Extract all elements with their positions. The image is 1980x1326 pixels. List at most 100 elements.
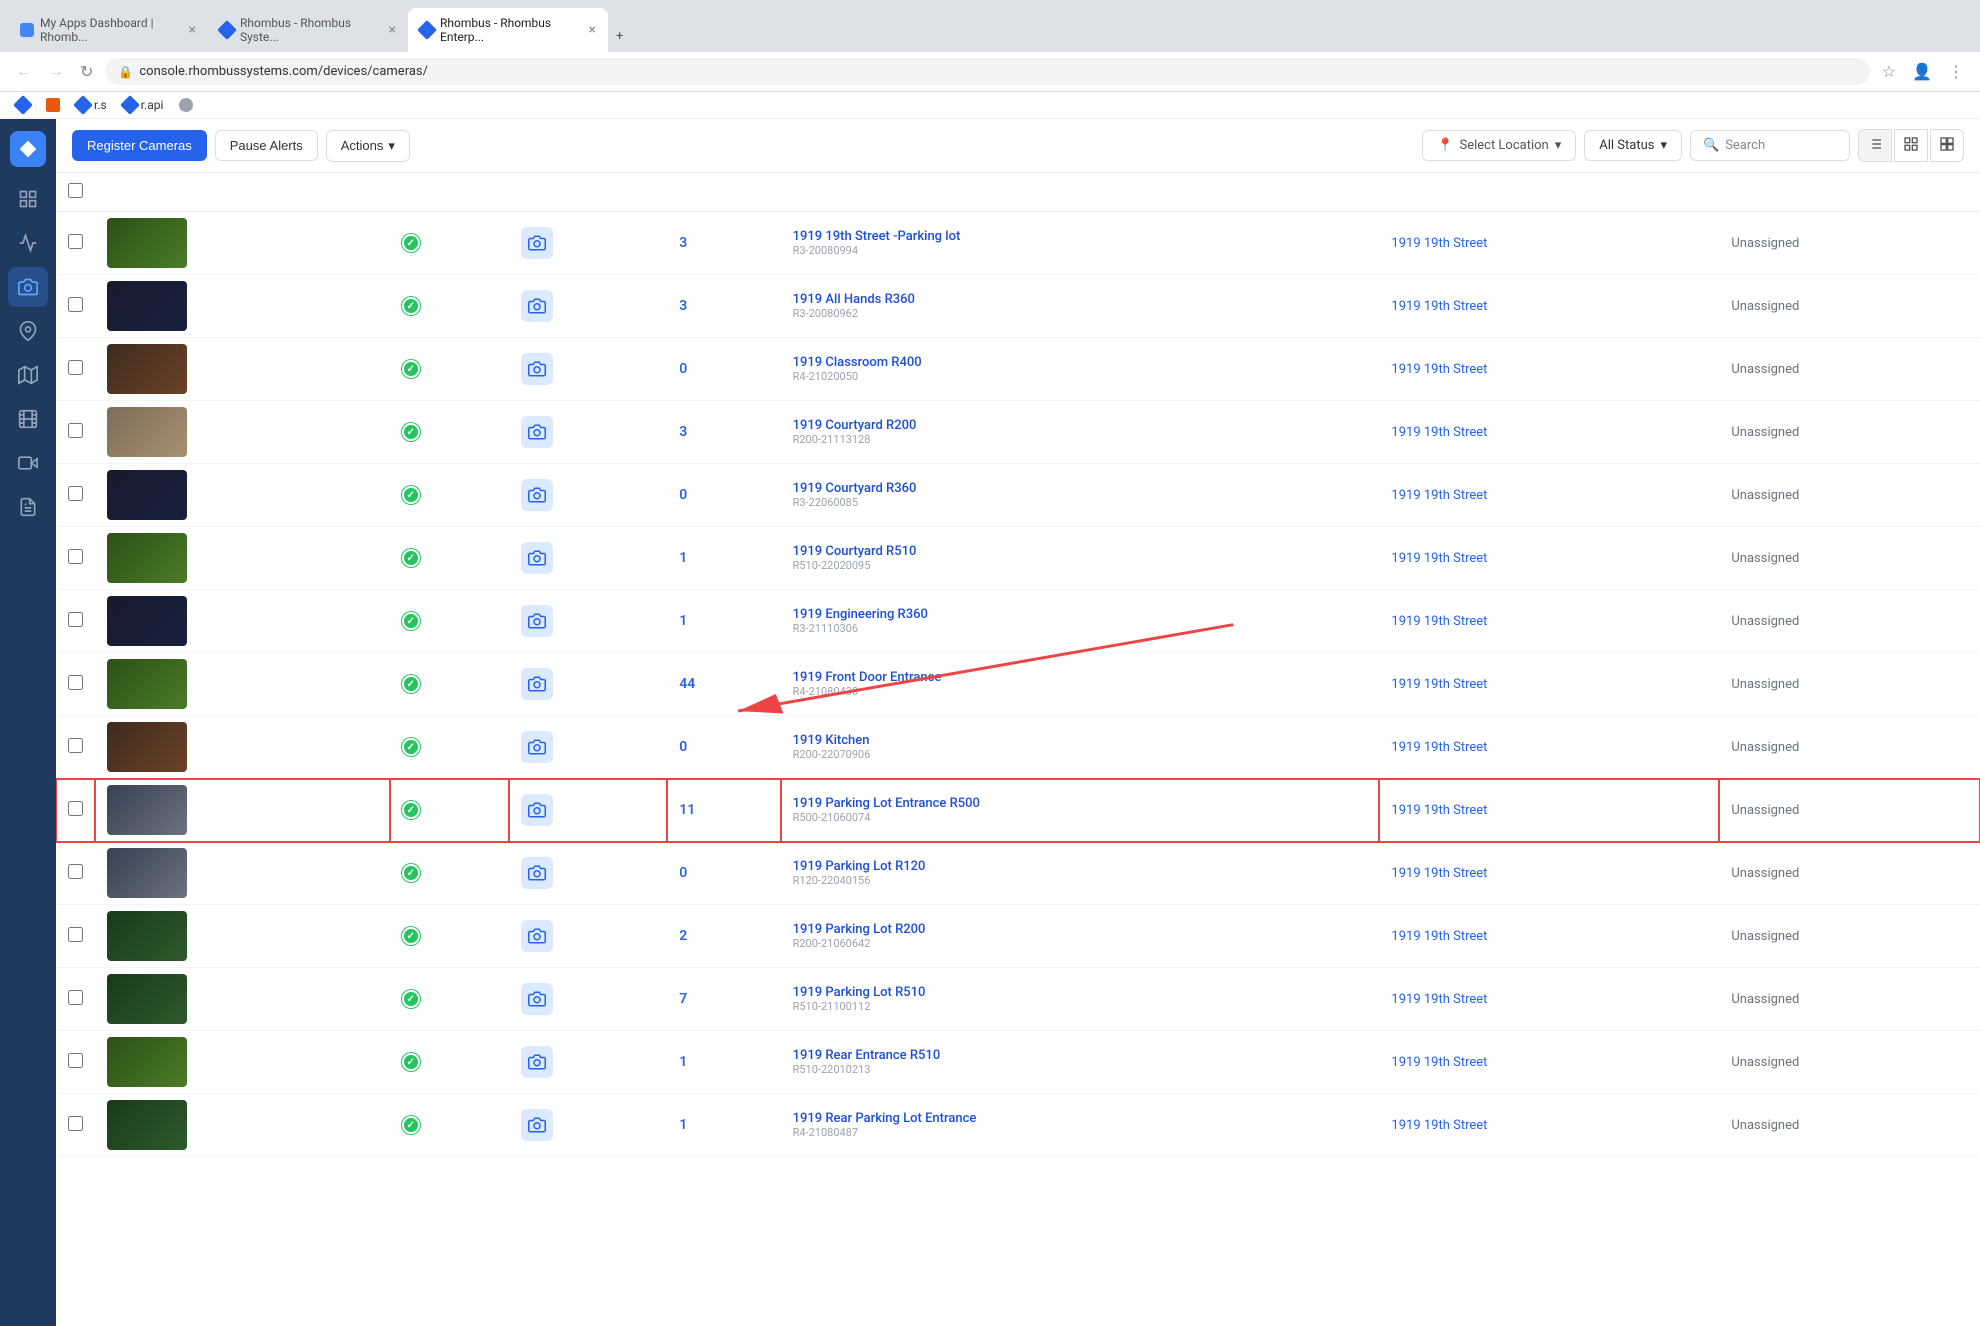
row-checkbox[interactable] (68, 675, 83, 690)
forward-button[interactable]: → (44, 61, 68, 83)
tab-close[interactable]: × (389, 22, 396, 38)
sidebar-logo[interactable] (10, 131, 46, 167)
sidebar-item-reports[interactable] (8, 487, 48, 527)
list-view-button[interactable] (1858, 129, 1892, 162)
sidebar-item-cameras[interactable] (8, 267, 48, 307)
camera-name-link[interactable]: 1919 All Hands R360 (793, 292, 1368, 307)
pause-alerts-button[interactable]: Pause Alerts (215, 130, 318, 161)
row-checkbox[interactable] (68, 423, 83, 438)
table-row[interactable]: 0 1919 Parking Lot R120 R120-22040156 19… (56, 842, 1980, 905)
large-grid-view-button[interactable] (1930, 129, 1964, 162)
row-checkbox[interactable] (68, 927, 83, 942)
row-checkbox[interactable] (68, 864, 83, 879)
camera-name-link[interactable]: 1919 Engineering R360 (793, 607, 1368, 622)
camera-location-link[interactable]: 1919 19th Street (1391, 362, 1487, 377)
camera-location-link[interactable]: 1919 19th Street (1391, 1055, 1487, 1070)
tab-close[interactable]: × (189, 22, 196, 38)
location-select[interactable]: 📍 Select Location ▾ (1422, 130, 1576, 161)
camera-name-link[interactable]: 1919 Parking Lot Entrance R500 (793, 796, 1368, 811)
sidebar-item-analytics[interactable] (8, 223, 48, 263)
tab-rhombus-system[interactable]: Rhombus - Rhombus Syste... × (208, 8, 408, 52)
row-checkbox[interactable] (68, 297, 83, 312)
camera-name-link[interactable]: 1919 Kitchen (793, 733, 1368, 748)
camera-location-link[interactable]: 1919 19th Street (1391, 866, 1487, 881)
sidebar-item-dashboard[interactable] (8, 179, 48, 219)
camera-location-link[interactable]: 1919 19th Street (1391, 929, 1487, 944)
row-count-cell: 1 (667, 1094, 780, 1157)
camera-location-link[interactable]: 1919 19th Street (1391, 551, 1487, 566)
row-checkbox[interactable] (68, 612, 83, 627)
table-container[interactable]: 3 1919 19th Street -Parking lot R3-20080… (56, 173, 1980, 1157)
row-checkbox[interactable] (68, 1116, 83, 1131)
tab-rhombus-enterprise[interactable]: Rhombus - Rhombus Enterp... × (408, 8, 608, 52)
row-checkbox[interactable] (68, 801, 83, 816)
select-all-checkbox[interactable] (68, 183, 83, 198)
actions-chevron-icon: ▾ (388, 138, 395, 154)
tab-close[interactable]: × (589, 22, 596, 38)
row-checkbox[interactable] (68, 738, 83, 753)
table-row[interactable]: 3 1919 All Hands R360 R3-20080962 1919 1… (56, 275, 1980, 338)
bookmark-rs[interactable]: r.s (72, 96, 111, 114)
tab-dashboard[interactable]: My Apps Dashboard | Rhomb... × (8, 8, 208, 52)
table-row[interactable]: 0 1919 Kitchen R200-22070906 1919 19th S… (56, 716, 1980, 779)
table-row[interactable]: 44 1919 Front Door Entrance R4-21080430 … (56, 653, 1980, 716)
camera-name-link[interactable]: 1919 19th Street -Parking lot (793, 229, 1368, 244)
bookmark-rapi[interactable]: r.api (119, 96, 168, 114)
row-checkbox[interactable] (68, 234, 83, 249)
table-row[interactable]: 3 1919 Courtyard R200 R200-21113128 1919… (56, 401, 1980, 464)
table-row[interactable]: 1 1919 Engineering R360 R3-21110306 1919… (56, 590, 1980, 653)
table-row[interactable]: 2 1919 Parking Lot R200 R200-21060642 19… (56, 905, 1980, 968)
sidebar-item-maps[interactable] (8, 355, 48, 395)
camera-name-link[interactable]: 1919 Parking Lot R510 (793, 985, 1368, 1000)
status-select[interactable]: All Status ▾ (1584, 130, 1682, 161)
actions-button[interactable]: Actions ▾ (326, 130, 410, 162)
row-checkbox[interactable] (68, 1053, 83, 1068)
camera-location-link[interactable]: 1919 19th Street (1391, 740, 1487, 755)
row-checkbox[interactable] (68, 990, 83, 1005)
row-checkbox[interactable] (68, 486, 83, 501)
table-row[interactable]: 11 1919 Parking Lot Entrance R500 R500-2… (56, 779, 1980, 842)
select-all-header[interactable] (56, 173, 95, 212)
camera-location-link[interactable]: 1919 19th Street (1391, 299, 1487, 314)
table-row[interactable]: 3 1919 19th Street -Parking lot R3-20080… (56, 212, 1980, 275)
camera-location-link[interactable]: 1919 19th Street (1391, 677, 1487, 692)
sidebar-item-recordings[interactable] (8, 399, 48, 439)
sidebar-item-video-walls[interactable] (8, 443, 48, 483)
row-checkbox[interactable] (68, 360, 83, 375)
table-row[interactable]: 1 1919 Rear Entrance R510 R510-22010213 … (56, 1031, 1980, 1094)
bookmark-extra[interactable] (175, 96, 197, 114)
sidebar-item-locations[interactable] (8, 311, 48, 351)
address-bar[interactable]: 🔒 console.rhombussystems.com/devices/cam… (105, 58, 1869, 85)
camera-name-link[interactable]: 1919 Front Door Entrance (793, 670, 1368, 685)
profile-button[interactable]: 👤 (1908, 60, 1936, 84)
register-cameras-button[interactable]: Register Cameras (72, 130, 207, 161)
camera-location-link[interactable]: 1919 19th Street (1391, 992, 1487, 1007)
table-row[interactable]: 0 1919 Courtyard R360 R3-22060085 1919 1… (56, 464, 1980, 527)
camera-location-link[interactable]: 1919 19th Street (1391, 488, 1487, 503)
bookmark-button[interactable]: ☆ (1878, 60, 1900, 84)
camera-location-link[interactable]: 1919 19th Street (1391, 803, 1487, 818)
grid-view-button[interactable] (1894, 129, 1928, 162)
table-row[interactable]: 1 1919 Courtyard R510 R510-22020095 1919… (56, 527, 1980, 590)
camera-name-link[interactable]: 1919 Rear Entrance R510 (793, 1048, 1368, 1063)
camera-location-link[interactable]: 1919 19th Street (1391, 1118, 1487, 1133)
camera-name-link[interactable]: 1919 Parking Lot R120 (793, 859, 1368, 874)
table-row[interactable]: 7 1919 Parking Lot R510 R510-21100112 19… (56, 968, 1980, 1031)
camera-name-link[interactable]: 1919 Courtyard R360 (793, 481, 1368, 496)
camera-name-link[interactable]: 1919 Courtyard R200 (793, 418, 1368, 433)
camera-location-link[interactable]: 1919 19th Street (1391, 236, 1487, 251)
row-checkbox[interactable] (68, 549, 83, 564)
camera-name-link[interactable]: 1919 Parking Lot R200 (793, 922, 1368, 937)
table-row[interactable]: 0 1919 Classroom R400 R4-21020050 1919 1… (56, 338, 1980, 401)
camera-name-link[interactable]: 1919 Rear Parking Lot Entrance (793, 1111, 1368, 1126)
search-box[interactable]: 🔍 Search (1690, 130, 1850, 161)
camera-location-link[interactable]: 1919 19th Street (1391, 425, 1487, 440)
camera-name-link[interactable]: 1919 Courtyard R510 (793, 544, 1368, 559)
new-tab-button[interactable]: + (608, 21, 631, 52)
camera-location-link[interactable]: 1919 19th Street (1391, 614, 1487, 629)
camera-name-link[interactable]: 1919 Classroom R400 (793, 355, 1368, 370)
back-button[interactable]: ← (12, 61, 36, 83)
table-row[interactable]: 1 1919 Rear Parking Lot Entrance R4-2108… (56, 1094, 1980, 1157)
menu-button[interactable]: ⋮ (1944, 60, 1968, 84)
refresh-button[interactable]: ↻ (76, 60, 97, 84)
